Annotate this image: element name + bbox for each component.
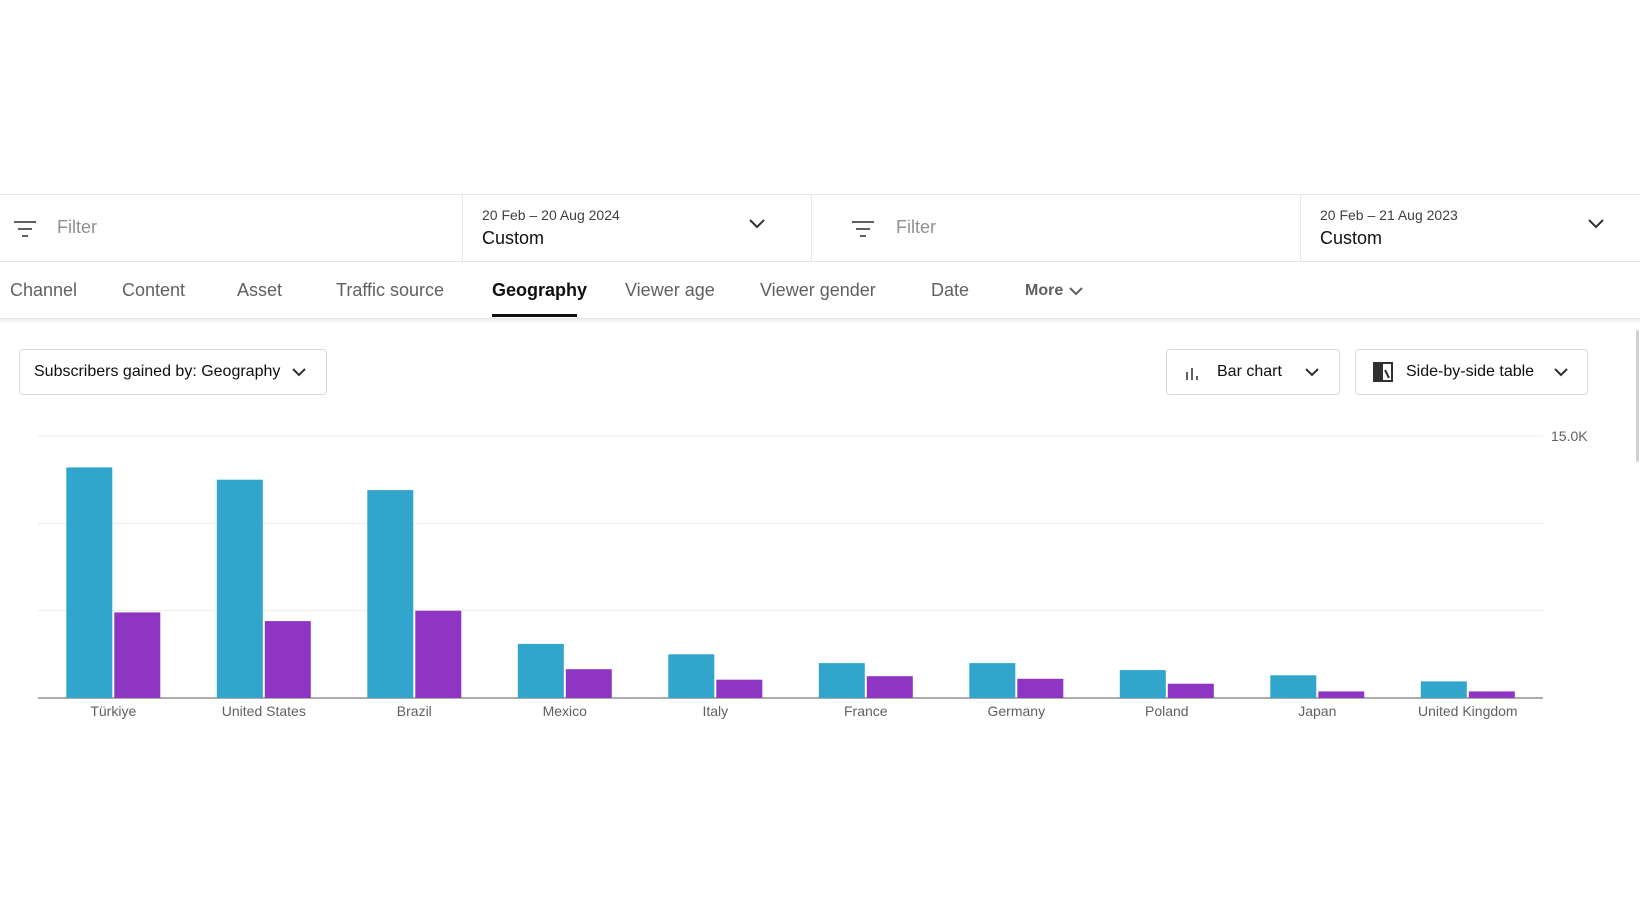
- chart-type-dropdown[interactable]: Bar chart: [1166, 349, 1340, 395]
- bar-current-3[interactable]: [517, 643, 564, 698]
- date-preset-text: Custom: [1320, 228, 1383, 248]
- metric-selector-label: Subscribers gained by: Geography: [34, 363, 281, 380]
- y-tick-label: 15.0K: [1551, 428, 1588, 444]
- tab-content[interactable]: Content: [122, 280, 185, 301]
- chart-type-label: Bar chart: [1217, 363, 1282, 380]
- filter-bar: Filter 20 Feb – 20 Aug 2024 Custom Filte…: [0, 194, 1640, 262]
- bar-current-7[interactable]: [1119, 670, 1166, 698]
- x-tick-label: Italy: [702, 703, 728, 719]
- tab-geography[interactable]: Geography: [492, 280, 587, 301]
- filter-placeholder: Filter: [57, 217, 97, 237]
- table-type-label: Side-by-side table: [1406, 363, 1535, 380]
- bar-previous-4[interactable]: [716, 679, 763, 698]
- chevron-down-icon: [1069, 286, 1083, 295]
- bar-previous-3[interactable]: [565, 669, 612, 698]
- x-tick-label: Türkiye: [90, 703, 136, 719]
- bar-current-9[interactable]: [1420, 681, 1467, 698]
- bar-previous-2[interactable]: [415, 610, 462, 698]
- bar-previous-5[interactable]: [866, 676, 913, 698]
- chart-y-labels: 15.0K: [1551, 428, 1588, 444]
- chart-bars: [66, 467, 1515, 698]
- subscribers-bar-chart: Türkiye United States Brazil Mexico Italy Fra…: [38, 428, 1588, 719]
- chevron-down-icon: [292, 368, 306, 377]
- side-by-side-table-icon: [1373, 362, 1393, 382]
- bar-previous-7[interactable]: [1167, 683, 1214, 698]
- tab-channel[interactable]: Channel: [10, 280, 77, 301]
- x-tick-label: United States: [222, 703, 306, 719]
- date-range-text: 20 Feb – 21 Aug 2023: [1320, 207, 1458, 223]
- active-tab-indicator: [492, 314, 577, 317]
- x-tick-label: Mexico: [543, 703, 588, 719]
- table-type-dropdown[interactable]: Side-by-side table: [1355, 349, 1588, 395]
- x-tick-label: Brazil: [397, 703, 432, 719]
- bar-current-4[interactable]: [668, 654, 715, 698]
- bar-current-5[interactable]: [818, 663, 865, 698]
- chart-x-labels: Türkiye United States Brazil Mexico Italy Fra…: [90, 703, 1517, 719]
- bar-current-1[interactable]: [216, 479, 263, 698]
- date-range-picker-current[interactable]: 20 Feb – 20 Aug 2024 Custom: [462, 195, 811, 261]
- bar-previous-1[interactable]: [264, 621, 311, 698]
- tab-viewer-age[interactable]: Viewer age: [625, 280, 715, 301]
- chart-gridlines: [38, 435, 1543, 699]
- chevron-down-icon: [1305, 368, 1319, 377]
- bar-previous-9[interactable]: [1468, 691, 1515, 698]
- x-tick-label: Germany: [988, 703, 1046, 719]
- chevron-down-icon: [1554, 368, 1568, 377]
- more-tab-label: More: [1025, 282, 1064, 299]
- x-tick-label: France: [844, 703, 888, 719]
- chevron-down-icon: [749, 219, 765, 229]
- chevron-down-icon: [1588, 219, 1604, 229]
- bar-previous-8[interactable]: [1318, 691, 1365, 698]
- x-tick-label: United Kingdom: [1418, 703, 1518, 719]
- date-range-picker-comparison[interactable]: 20 Feb – 21 Aug 2023 Custom: [1300, 195, 1640, 261]
- bar-current-8[interactable]: [1270, 675, 1317, 698]
- metric-selector-dropdown[interactable]: Subscribers gained by: Geography: [19, 349, 327, 395]
- bar-current-6[interactable]: [969, 663, 1016, 698]
- bar-previous-6[interactable]: [1017, 678, 1064, 698]
- bar-current-0[interactable]: [66, 467, 113, 698]
- x-tick-label: Japan: [1298, 703, 1336, 719]
- tab-asset[interactable]: Asset: [237, 280, 282, 301]
- date-preset-text: Custom: [482, 228, 545, 248]
- x-tick-label: Poland: [1145, 703, 1189, 719]
- date-range-text: 20 Feb – 20 Aug 2024: [482, 207, 620, 223]
- bar-chart-icon: [1186, 368, 1198, 380]
- bar-previous-0[interactable]: [114, 612, 161, 698]
- filter-field-comparison[interactable]: Filter: [811, 195, 1300, 261]
- dimension-tabs: Channel Content Asset Traffic source Geo…: [0, 262, 1640, 319]
- tab-more[interactable]: More: [1025, 282, 1083, 300]
- bar-current-2[interactable]: [367, 490, 414, 698]
- filter-icon: [14, 221, 36, 237]
- tab-viewer-gender[interactable]: Viewer gender: [760, 280, 876, 301]
- tab-date[interactable]: Date: [931, 280, 969, 301]
- filter-field-current[interactable]: Filter: [0, 195, 462, 261]
- filter-icon: [852, 221, 874, 237]
- tab-traffic-source[interactable]: Traffic source: [336, 280, 444, 301]
- filter-placeholder: Filter: [896, 217, 936, 237]
